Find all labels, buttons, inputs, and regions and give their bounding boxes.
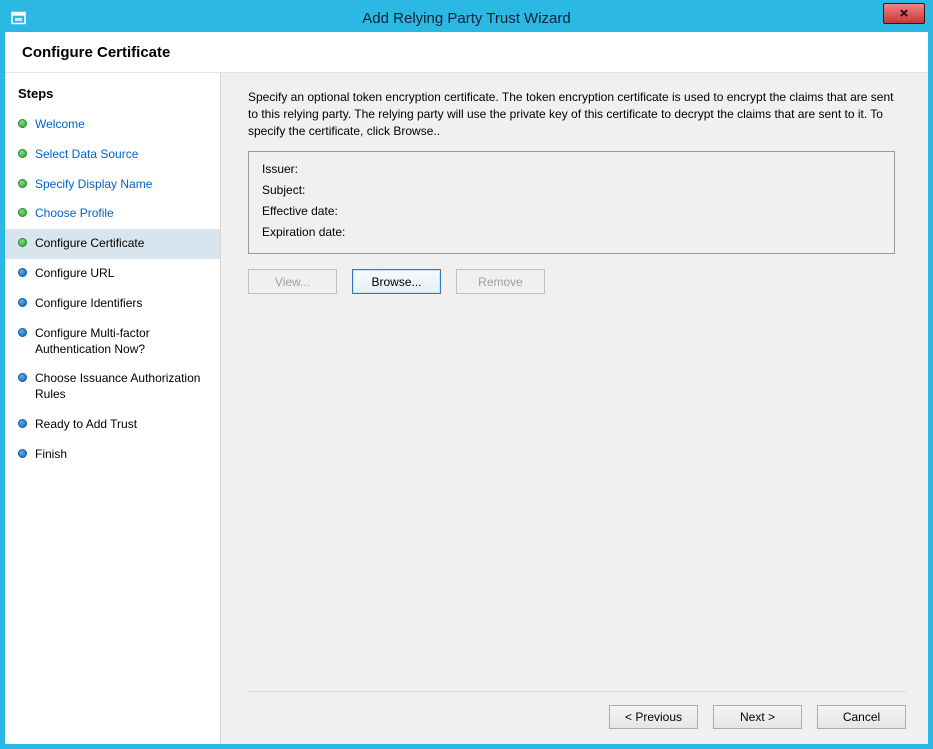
certificate-field: Issuer: <box>262 160 881 181</box>
steps-heading: Steps <box>5 82 220 110</box>
sidebar-step-ready-to-add-trust: Ready to Add Trust <box>5 410 220 440</box>
sidebar-step-configure-multi-factor-authentication-now: Configure Multi-factor Authentication No… <box>5 319 220 365</box>
sidebar-step-configure-identifiers: Configure Identifiers <box>5 289 220 319</box>
certificate-field-label: Expiration date: <box>262 225 345 239</box>
wizard-app-icon <box>9 8 29 28</box>
page-header: Configure Certificate <box>5 32 928 73</box>
page-title: Configure Certificate <box>22 44 170 61</box>
certificate-button-row: View... Browse... Remove <box>248 269 906 294</box>
next-button[interactable]: Next > <box>713 705 802 729</box>
step-bullet-icon <box>18 208 27 217</box>
step-bullet-icon <box>18 373 27 382</box>
step-label: Configure Multi-factor Authentication No… <box>35 326 212 358</box>
view-button: View... <box>248 269 337 294</box>
main-pane: Specify an optional token encryption cer… <box>221 73 928 744</box>
content-area: Steps Welcome Select Data Source Specify… <box>5 73 928 744</box>
step-bullet-icon <box>18 238 27 247</box>
step-label: Configure URL <box>35 266 114 282</box>
certificate-field: Effective date: <box>262 202 881 223</box>
wizard-window: Add Relying Party Trust Wizard × Configu… <box>0 0 933 749</box>
certificate-field: Subject: <box>262 181 881 202</box>
sidebar-step-choose-profile[interactable]: Choose Profile <box>5 199 220 229</box>
browse-button[interactable]: Browse... <box>352 269 441 294</box>
certificate-field-label: Issuer: <box>262 162 298 176</box>
certificate-field: Expiration date: <box>262 223 881 244</box>
step-bullet-icon <box>18 419 27 428</box>
step-label: Choose Issuance Authorization Rules <box>35 371 212 403</box>
titlebar: Add Relying Party Trust Wizard × <box>5 5 928 32</box>
certificate-field-label: Subject: <box>262 183 305 197</box>
step-label: Specify Display Name <box>35 177 152 193</box>
remove-button: Remove <box>456 269 545 294</box>
sidebar-step-configure-url: Configure URL <box>5 259 220 289</box>
step-label: Finish <box>35 447 67 463</box>
sidebar-step-choose-issuance-authorization-rules: Choose Issuance Authorization Rules <box>5 364 220 410</box>
step-label: Select Data Source <box>35 147 138 163</box>
cancel-button[interactable]: Cancel <box>817 705 906 729</box>
sidebar-step-welcome[interactable]: Welcome <box>5 110 220 140</box>
step-label: Ready to Add Trust <box>35 417 137 433</box>
step-label: Welcome <box>35 117 85 133</box>
sidebar-step-select-data-source[interactable]: Select Data Source <box>5 140 220 170</box>
step-bullet-icon <box>18 119 27 128</box>
step-bullet-icon <box>18 268 27 277</box>
close-icon: × <box>900 6 909 21</box>
sidebar-step-finish: Finish <box>5 440 220 470</box>
step-bullet-icon <box>18 449 27 458</box>
step-bullet-icon <box>18 149 27 158</box>
previous-button[interactable]: < Previous <box>609 705 698 729</box>
wizard-footer: < Previous Next > Cancel <box>248 691 906 729</box>
certificate-field-label: Effective date: <box>262 204 338 218</box>
step-bullet-icon <box>18 298 27 307</box>
step-label: Choose Profile <box>35 206 114 222</box>
sidebar-step-specify-display-name[interactable]: Specify Display Name <box>5 170 220 200</box>
step-bullet-icon <box>18 179 27 188</box>
sidebar-step-configure-certificate: Configure Certificate <box>5 229 220 259</box>
certificate-details-box: Issuer: Subject: Effective date: Expirat… <box>248 151 895 254</box>
step-label: Configure Certificate <box>35 236 144 252</box>
steps-sidebar: Steps Welcome Select Data Source Specify… <box>5 73 221 744</box>
step-label: Configure Identifiers <box>35 296 142 312</box>
window-title: Add Relying Party Trust Wizard <box>5 10 928 27</box>
step-bullet-icon <box>18 328 27 337</box>
close-button[interactable]: × <box>883 3 925 24</box>
steps-list: Welcome Select Data Source Specify Displ… <box>5 110 220 470</box>
description-text: Specify an optional token encryption cer… <box>248 89 906 140</box>
